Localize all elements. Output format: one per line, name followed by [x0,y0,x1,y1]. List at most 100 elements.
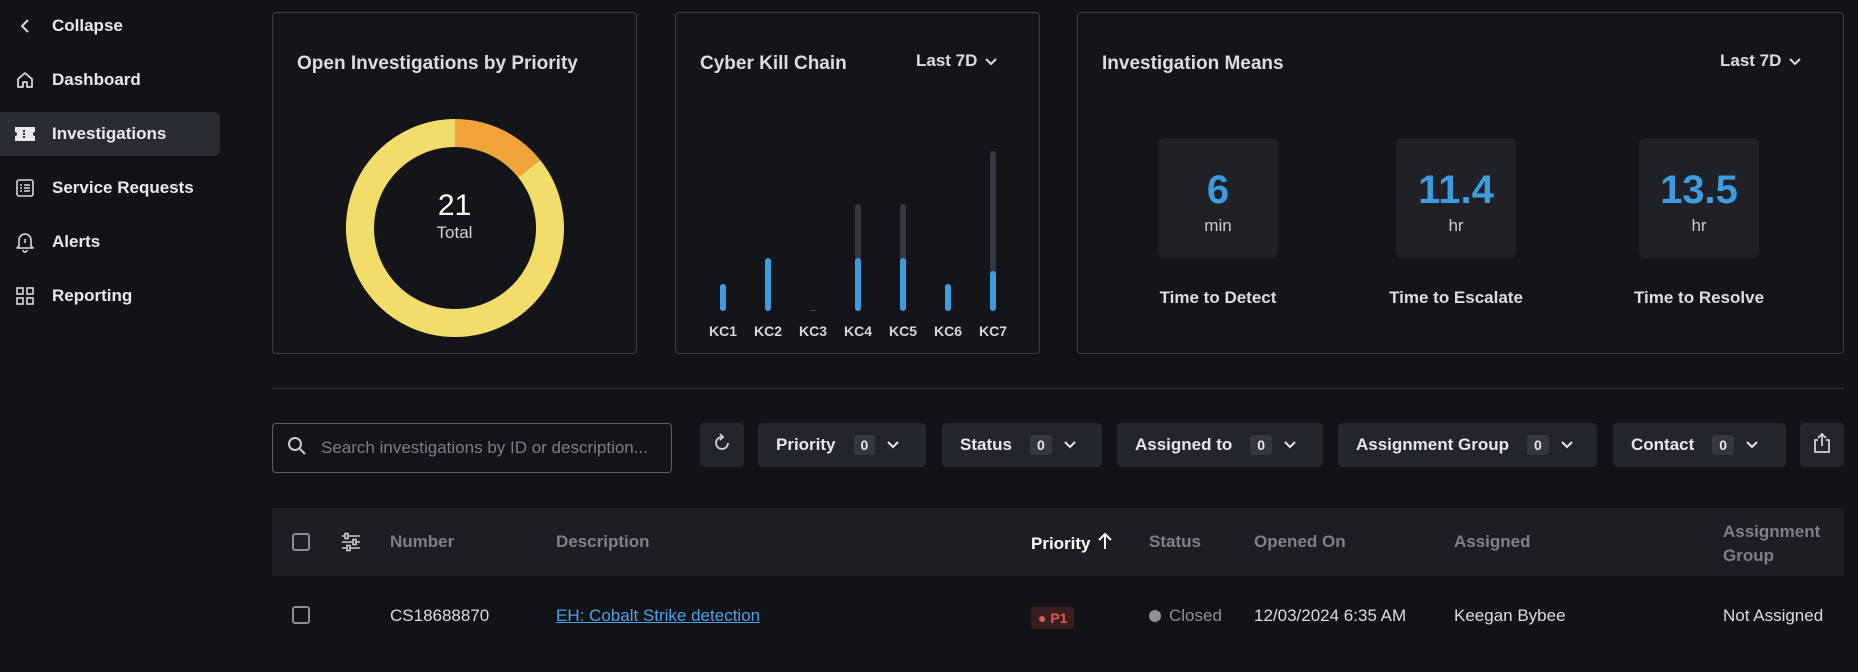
priority-filter[interactable]: Priority 0 [758,423,926,467]
kill-chain-bar-kc2[interactable] [765,257,771,311]
chevron-down-icon [1561,441,1573,449]
ticket-icon [14,123,36,145]
kill-chain-bar-kc6[interactable] [945,284,951,311]
kill-chain-label-kc1: KC1 [708,323,737,339]
column-settings-icon[interactable] [340,531,362,558]
assignment-group-filter[interactable]: Assignment Group 0 [1338,423,1597,467]
column-header-priority[interactable]: Priority [1031,532,1113,555]
assigned-to-filter[interactable]: Assigned to 0 [1117,423,1323,467]
kill-chain-label-kc7: KC7 [978,323,1007,339]
kill-chain-bar-kc4[interactable] [855,257,861,311]
search-input[interactable] [321,438,661,458]
metric-unit: hr [1448,216,1464,235]
column-header-assignment-group-line2: Group [1723,546,1774,565]
donut-total-label: Total [436,223,473,242]
column-header-assignment-group[interactable]: Assignment Group [1723,520,1820,568]
chevron-down-icon [887,441,900,449]
kill-chain-chart: KC1 KC2 KC3 KC4 KC5 KC6 KC7 [676,13,1041,355]
row-assignment-group: Not Assigned [1723,606,1824,625]
collapse-label: Collapse [52,16,123,35]
chevron-down-icon [1064,441,1076,449]
investigation-means-card: Investigation Means Last 7D 6 min Time t… [1077,12,1844,354]
kill-chain-label-kc2: KC2 [753,323,782,339]
chevron-down-icon [1789,51,1802,71]
row-checkbox[interactable] [292,606,310,624]
select-all-checkbox[interactable] [292,533,310,551]
metric-escalate-box: 11.4 hr [1396,138,1516,258]
filter-count-badge: 0 [1029,435,1052,455]
sidebar-item-investigations[interactable]: Investigations [0,112,220,156]
column-header-number[interactable]: Number [390,532,454,552]
filter-count-badge: 0 [853,435,876,455]
row-description-link[interactable]: EH: Cobalt Strike detection [556,606,760,626]
row-number: CS18688870 [390,606,490,625]
metric-value: 6 [1206,168,1230,212]
metric-unit: min [1204,216,1232,235]
kill-chain-bar-kc7[interactable] [990,271,996,311]
sidebar: Collapse Dashboard Investigations Servic… [0,0,232,672]
section-divider [272,388,1844,389]
filter-label: Assigned to [1135,435,1233,454]
sidebar-item-dashboard[interactable]: Dashboard [0,58,220,102]
collapse-button[interactable]: Collapse [0,4,220,48]
kill-chain-label-kc6: KC6 [933,323,962,339]
refresh-icon [711,432,733,459]
sidebar-item-alerts[interactable]: Alerts [0,220,220,264]
metric-value: 11.4 [1418,168,1494,212]
search-icon [287,436,307,461]
list-icon [14,177,36,199]
filter-label: Status [960,435,1012,454]
sidebar-item-label: Dashboard [52,70,141,89]
filter-label: Contact [1631,435,1695,454]
column-header-description[interactable]: Description [556,532,650,552]
sidebar-item-label: Reporting [52,286,133,305]
card-title: Open Investigations by Priority [297,53,578,74]
card-title: Investigation Means [1102,53,1284,74]
kill-chain-bar-kc3[interactable] [810,310,816,311]
column-header-status[interactable]: Status [1149,532,1201,552]
donut-total-value: 21 [437,189,472,222]
export-button[interactable] [1800,423,1844,467]
chevron-left-icon [14,15,36,37]
sort-ascending-icon [1097,532,1113,555]
chevron-down-icon [1284,441,1296,449]
kill-chain-bar-kc5[interactable] [900,257,906,311]
search-box[interactable] [272,423,672,473]
column-header-opened-on[interactable]: Opened On [1254,532,1346,552]
row-assigned: Keegan Bybee [1454,606,1566,625]
filter-count-badge: 0 [1712,435,1735,455]
filter-count-badge: 0 [1527,435,1549,455]
kill-chain-bar-kc1[interactable] [720,284,726,311]
sidebar-item-label: Service Requests [52,178,194,197]
table-header: Number Description Priority Status Opene… [272,508,1844,576]
donut-segment-p2[interactable] [454,119,541,178]
share-icon [1812,432,1832,459]
bell-icon [14,231,36,253]
sidebar-item-reporting[interactable]: Reporting [0,274,220,318]
column-header-assigned[interactable]: Assigned [1454,532,1531,552]
grid-icon [14,285,36,307]
range-label: Last 7D [1720,51,1782,70]
row-opened-on: 12/03/2024 6:35 AM [1254,606,1407,625]
filter-label: Assignment Group [1356,435,1510,454]
table-row[interactable]: CS18688870 EH: Cobalt Strike detection ●… [272,590,1844,640]
metric-detect-box: 6 min [1158,138,1278,258]
kill-chain-card: Cyber Kill Chain Last 7D KC1 KC2 KC3 KC4 KC5… [675,12,1040,354]
priority-card: Open Investigations by Priority 21 Total [272,12,637,354]
chevron-down-icon [1746,441,1758,449]
filter-label: Priority [776,435,836,454]
sidebar-item-service-requests[interactable]: Service Requests [0,166,220,210]
row-status-label: Closed [1169,606,1222,625]
status-filter[interactable]: Status 0 [942,423,1102,467]
kill-chain-label-kc5: KC5 [888,323,917,339]
home-icon [14,69,36,91]
metric-unit: hr [1691,216,1707,235]
column-header-priority-label: Priority [1031,533,1091,553]
metric-label: Time to Detect [1159,288,1277,307]
kill-chain-label-kc4: KC4 [843,323,872,339]
priority-badge: ● P1 [1031,607,1075,629]
contact-filter[interactable]: Contact 0 [1613,423,1786,467]
refresh-button[interactable] [700,423,744,467]
metric-value: 13.5 [1660,168,1738,212]
range-dropdown[interactable]: Last 7D [1720,51,1802,71]
